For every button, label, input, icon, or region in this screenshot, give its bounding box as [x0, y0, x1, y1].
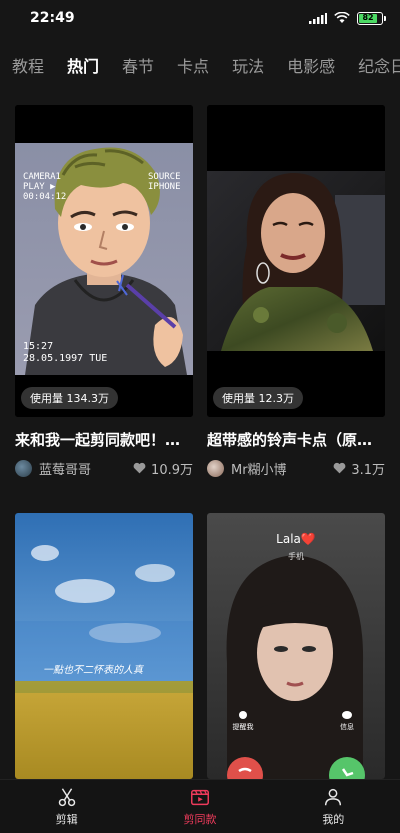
message-label: 信息 — [340, 722, 354, 731]
overlay-timecode: 00:04:12 — [23, 192, 66, 202]
like-count: 3.1万 — [351, 462, 385, 478]
usage-count-badge: 使用量 12.3万 — [213, 387, 303, 409]
status-icons: 82 — [309, 11, 386, 25]
nav-edit-label: 剪辑 — [55, 813, 78, 826]
battery-icon: 82 — [357, 11, 386, 25]
overlay-clock: 15:27 — [23, 341, 53, 352]
nav-edit[interactable]: 剪辑 — [0, 780, 133, 833]
wifi-icon — [334, 12, 350, 23]
scissors-icon — [58, 788, 75, 807]
caller-subtitle: 手机 — [288, 551, 304, 561]
status-bar: 22:49 82 — [0, 0, 400, 36]
template-thumbnail[interactable]: CAMERA1 PLAY ▶ 00:04:12 SOURCE IPHONE 15… — [15, 105, 193, 417]
template-thumbnail[interactable]: Lala❤️ 手机 提醒我 信息 — [207, 513, 385, 779]
portrait-photo-image — [207, 105, 385, 417]
usage-count-badge: 使用量 134.3万 — [21, 387, 118, 409]
overlay-play: PLAY ▶ — [23, 182, 56, 192]
nav-profile[interactable]: 我的 — [267, 780, 400, 833]
template-title[interactable]: 超带感的铃声卡点（原声... — [207, 429, 385, 450]
tab-cinematic[interactable]: 电影感 — [287, 53, 335, 77]
author-name[interactable]: Mr糊小博 — [231, 459, 287, 478]
template-title[interactable]: 来和我一起剪同款吧！（... — [15, 429, 193, 450]
author[interactable]: Mr糊小博 — [207, 459, 287, 478]
template-thumbnail[interactable]: 一點也不二怀表的人真 — [15, 513, 193, 779]
overlay-caption: 一點也不二怀表的人真 — [43, 664, 145, 676]
avatar[interactable] — [207, 459, 224, 477]
template-icon — [191, 789, 209, 806]
incoming-call-image: Lala❤️ 手机 提醒我 信息 — [207, 513, 385, 779]
battery-level: 82 — [362, 13, 374, 22]
author-name[interactable]: 蓝莓哥哥 — [39, 459, 91, 478]
overlay-device: IPHONE — [148, 182, 181, 192]
tab-beat-sync[interactable]: 卡点 — [177, 53, 209, 77]
likes: 10.9万 — [133, 459, 193, 478]
caller-name: Lala❤️ — [276, 532, 316, 546]
template-meta: Mr糊小博 3.1万 — [207, 459, 385, 478]
overlay-source: SOURCE — [148, 172, 181, 182]
cartoon-portrait-image: CAMERA1 PLAY ▶ 00:04:12 SOURCE IPHONE 15… — [15, 105, 193, 417]
field-landscape-image: 一點也不二怀表的人真 — [15, 513, 193, 779]
bottom-nav: 剪辑 剪同款 我的 — [0, 779, 400, 833]
author[interactable]: 蓝莓哥哥 — [15, 459, 91, 478]
overlay-cam: CAMERA1 — [23, 172, 61, 182]
profile-icon — [325, 788, 342, 806]
template-card[interactable]: CAMERA1 PLAY ▶ 00:04:12 SOURCE IPHONE 15… — [15, 105, 193, 478]
heart-icon — [133, 462, 146, 474]
nav-template[interactable]: 剪同款 — [133, 780, 266, 833]
template-card[interactable]: 使用量 12.3万 超带感的铃声卡点（原声... Mr糊小博 3.1万 — [207, 105, 385, 478]
template-card[interactable]: 一點也不二怀表的人真 — [15, 513, 193, 779]
template-card[interactable]: Lala❤️ 手机 提醒我 信息 — [207, 513, 385, 779]
tab-gameplay[interactable]: 玩法 — [232, 53, 264, 77]
tab-tutorial[interactable]: 教程 — [12, 53, 44, 77]
template-thumbnail[interactable]: 使用量 12.3万 — [207, 105, 385, 417]
tab-spring-festival[interactable]: 春节 — [122, 53, 154, 77]
remind-label: 提醒我 — [233, 722, 254, 731]
category-tabs: 教程 热门 春节 卡点 玩法 电影感 纪念日 — [0, 50, 400, 80]
likes: 3.1万 — [333, 459, 385, 478]
overlay-date: 28.05.1997 TUE — [23, 353, 107, 364]
status-time: 22:49 — [30, 10, 75, 26]
like-count: 10.9万 — [151, 462, 193, 478]
avatar[interactable] — [15, 459, 32, 477]
heart-icon — [333, 462, 346, 474]
tab-hot[interactable]: 热门 — [67, 53, 99, 77]
nav-template-label: 剪同款 — [183, 813, 217, 826]
nav-profile-label: 我的 — [322, 813, 345, 826]
tab-anniversary[interactable]: 纪念日 — [358, 53, 400, 77]
template-meta: 蓝莓哥哥 10.9万 — [15, 459, 193, 478]
signal-icon — [309, 12, 327, 24]
